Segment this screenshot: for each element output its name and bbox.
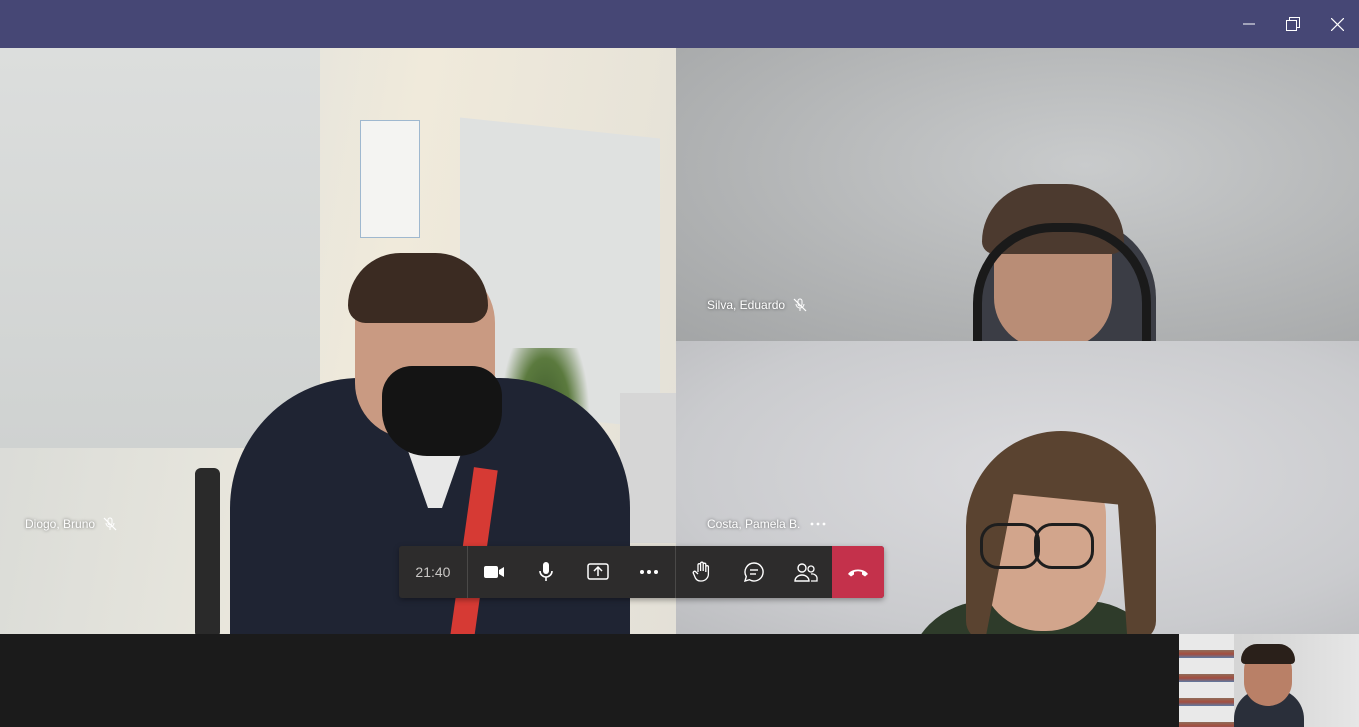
- video-tile-participant-2[interactable]: Silva, Eduardo: [676, 48, 1359, 341]
- close-button[interactable]: [1315, 0, 1359, 48]
- participants-button[interactable]: [780, 546, 832, 598]
- stage-bottom-area: [0, 634, 1359, 727]
- wall-poster: [360, 120, 420, 238]
- microphone-button[interactable]: [520, 546, 572, 598]
- more-options-icon: [640, 570, 659, 574]
- participants-icon: [794, 563, 818, 582]
- person-hair: [1241, 644, 1295, 664]
- share-screen-icon: [586, 563, 609, 580]
- title-bar: [0, 0, 1359, 48]
- minimize-icon: [1243, 23, 1255, 25]
- more-options-icon[interactable]: [810, 521, 826, 527]
- face-mask: [382, 366, 502, 456]
- microphone-icon: [538, 562, 553, 581]
- close-icon: [1330, 17, 1344, 31]
- bookshelf: [1179, 634, 1234, 727]
- participant-name: Costa, Pamela B.: [707, 517, 801, 531]
- raise-hand-button[interactable]: [675, 546, 728, 598]
- hang-up-button[interactable]: [832, 546, 884, 598]
- camera-button[interactable]: [468, 546, 520, 598]
- camera-icon: [483, 566, 504, 578]
- self-preview-video[interactable]: [1179, 634, 1359, 727]
- participant-name-label: Silva, Eduardo: [707, 298, 807, 312]
- chat-button[interactable]: [728, 546, 780, 598]
- participant-name-label: Costa, Pamela B.: [707, 517, 826, 531]
- hang-up-icon: [848, 569, 869, 577]
- share-screen-button[interactable]: [572, 546, 624, 598]
- raise-hand-icon: [692, 561, 710, 582]
- restore-button[interactable]: [1271, 0, 1315, 48]
- participant-name: Silva, Eduardo: [707, 298, 786, 312]
- call-timer: 21:40: [399, 546, 468, 598]
- minimize-button[interactable]: [1227, 0, 1271, 48]
- participant-name-label: Diogo, Bruno: [25, 517, 117, 531]
- glasses-left: [980, 523, 1040, 569]
- chat-icon: [744, 562, 765, 583]
- restore-icon: [1286, 17, 1300, 31]
- muted-microphone-icon: [793, 298, 807, 312]
- person-hair: [348, 253, 488, 323]
- meeting-controls-toolbar: 21:40: [399, 546, 884, 598]
- more-actions-button[interactable]: [624, 546, 676, 598]
- chair-back: [195, 468, 220, 634]
- glasses-right: [1034, 523, 1094, 569]
- window-blind-left: [0, 48, 320, 448]
- muted-microphone-icon: [103, 517, 117, 531]
- participant-name: Diogo, Bruno: [25, 517, 96, 531]
